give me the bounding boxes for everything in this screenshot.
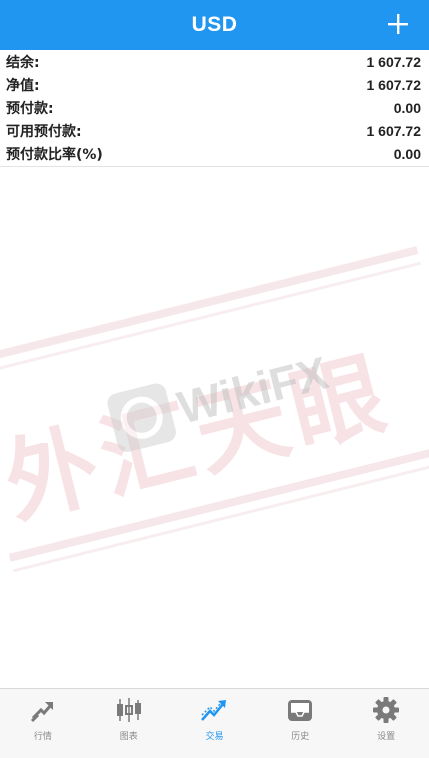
- quotes-arrow-icon: [28, 695, 58, 725]
- account-summary: 结余: 1 607.72 净值: 1 607.72 预付款: 0.00 可用预付…: [0, 50, 429, 165]
- tab-quotes-label: 行情: [33, 732, 52, 742]
- margin-value: 0.00: [393, 99, 421, 116]
- tab-chart-label: 图表: [119, 732, 138, 742]
- balance-value: 1 607.72: [366, 53, 422, 70]
- plus-icon: [388, 14, 408, 34]
- bottom-tab-bar: 行情 图表 交易 历史 设置: [0, 688, 429, 758]
- account-currency-title: USD: [191, 13, 238, 36]
- margin-level-value: 0.00: [393, 145, 421, 162]
- free-margin-value: 1 607.72: [366, 122, 422, 139]
- summary-row-free-margin: 可用预付款: 1 607.72: [0, 119, 429, 142]
- watermark-chinese-text: 外汇天眼: [0, 339, 401, 538]
- tab-history[interactable]: 历史: [257, 689, 343, 742]
- watermark-brand-text: WikiFX: [172, 346, 333, 434]
- summary-row-margin: 预付款: 0.00: [0, 96, 429, 119]
- add-order-button[interactable]: [383, 9, 413, 39]
- margin-level-label: 预付款比率(%): [6, 146, 103, 163]
- tab-settings[interactable]: 设置: [343, 689, 429, 742]
- tab-trade-label: 交易: [205, 732, 224, 742]
- summary-row-equity: 净值: 1 607.72: [0, 73, 429, 96]
- candlestick-chart-icon: [114, 695, 144, 725]
- wikifx-watermark: 外汇天眼 WikiFX: [0, 230, 429, 590]
- summary-divider: [0, 166, 429, 167]
- summary-row-margin-level: 预付款比率(%) 0.00: [0, 142, 429, 165]
- equity-value: 1 607.72: [366, 76, 422, 93]
- equity-label: 净值:: [6, 77, 40, 94]
- balance-label: 结余:: [6, 54, 40, 71]
- free-margin-label: 可用预付款:: [6, 123, 82, 140]
- margin-label: 预付款:: [6, 100, 54, 117]
- history-inbox-icon: [285, 695, 315, 725]
- top-bar: USD: [0, 0, 429, 50]
- trade-trend-icon: [199, 695, 229, 725]
- tab-settings-label: 设置: [377, 732, 396, 742]
- tab-trade[interactable]: 交易: [172, 689, 258, 742]
- tab-quotes[interactable]: 行情: [0, 689, 86, 742]
- summary-row-balance: 结余: 1 607.72: [0, 50, 429, 73]
- tab-history-label: 历史: [291, 732, 310, 742]
- settings-gear-icon: [371, 695, 401, 725]
- tab-chart[interactable]: 图表: [86, 689, 172, 742]
